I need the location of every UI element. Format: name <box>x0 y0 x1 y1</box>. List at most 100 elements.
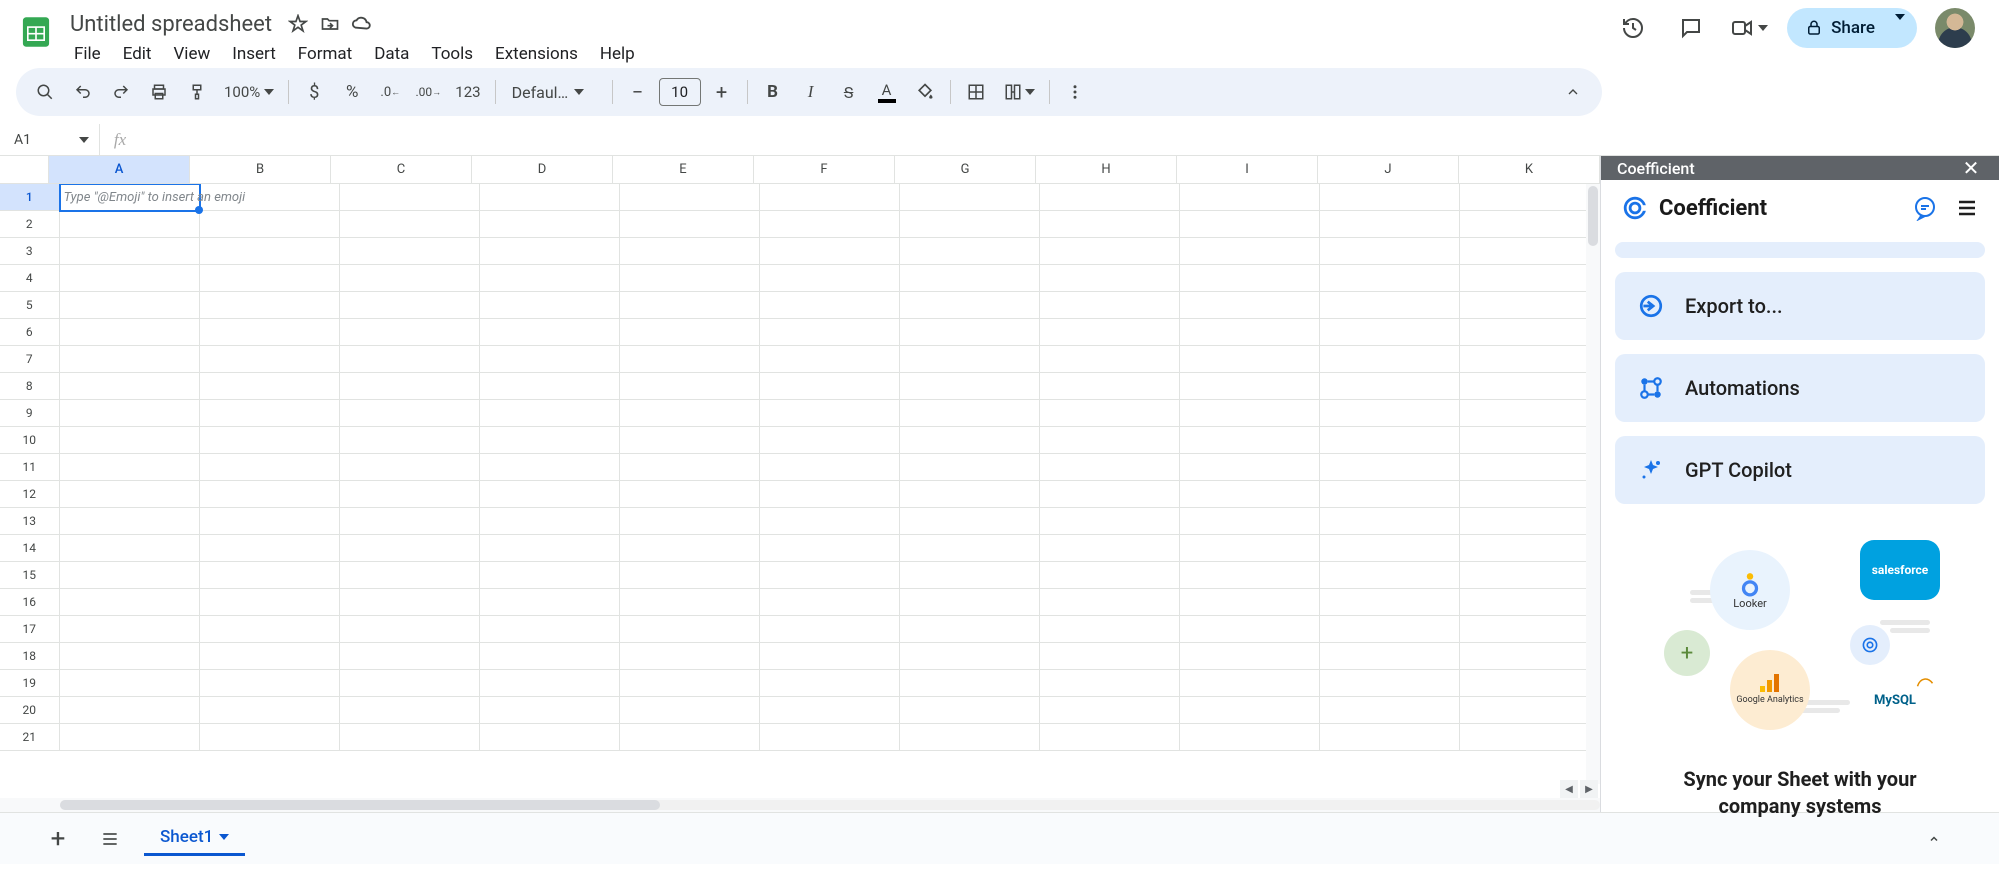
column-header[interactable]: B <box>190 156 331 183</box>
text-color-icon[interactable]: A <box>870 75 904 109</box>
cell[interactable] <box>200 535 340 562</box>
cell[interactable] <box>480 616 620 643</box>
cell[interactable] <box>340 670 480 697</box>
cell[interactable] <box>620 238 760 265</box>
cell[interactable] <box>1320 265 1460 292</box>
cell[interactable] <box>1460 400 1600 427</box>
cell[interactable] <box>1460 589 1600 616</box>
cell[interactable] <box>200 211 340 238</box>
cell[interactable] <box>480 400 620 427</box>
cell[interactable] <box>1180 427 1320 454</box>
cell[interactable] <box>480 508 620 535</box>
cell[interactable] <box>1040 454 1180 481</box>
cell[interactable] <box>1040 211 1180 238</box>
column-header[interactable]: I <box>1177 156 1318 183</box>
decrease-decimal-button[interactable]: .0← <box>373 75 407 109</box>
cell[interactable] <box>620 346 760 373</box>
cell[interactable] <box>900 292 1040 319</box>
cell[interactable] <box>1460 319 1600 346</box>
cell[interactable] <box>760 697 900 724</box>
currency-icon[interactable]: $ <box>297 75 331 109</box>
cell[interactable] <box>1320 319 1460 346</box>
row-header[interactable]: 3 <box>0 238 60 265</box>
cell[interactable] <box>340 319 480 346</box>
cell[interactable] <box>60 724 200 751</box>
cloud-status-icon[interactable] <box>350 12 374 36</box>
cell[interactable] <box>760 211 900 238</box>
column-header[interactable]: K <box>1459 156 1600 183</box>
print-icon[interactable] <box>142 75 176 109</box>
chat-icon[interactable] <box>1913 196 1937 220</box>
cell[interactable] <box>1040 616 1180 643</box>
search-menu-icon[interactable] <box>28 75 62 109</box>
hamburger-menu-icon[interactable] <box>1955 196 1979 220</box>
row-header[interactable]: 5 <box>0 292 60 319</box>
row-header[interactable]: 7 <box>0 346 60 373</box>
cell[interactable] <box>340 697 480 724</box>
cell[interactable] <box>60 508 200 535</box>
cell[interactable] <box>1040 643 1180 670</box>
cell[interactable] <box>1180 454 1320 481</box>
cell[interactable] <box>1460 535 1600 562</box>
font-selector[interactable]: Defaul… <box>504 83 604 102</box>
cell[interactable] <box>1180 670 1320 697</box>
row-header[interactable]: 13 <box>0 508 60 535</box>
cell[interactable] <box>480 697 620 724</box>
cell[interactable] <box>1180 589 1320 616</box>
cell[interactable] <box>1460 265 1600 292</box>
cell[interactable] <box>1320 211 1460 238</box>
cell[interactable] <box>900 643 1040 670</box>
cell[interactable] <box>1460 346 1600 373</box>
cell[interactable] <box>340 265 480 292</box>
cell[interactable] <box>60 346 200 373</box>
cell[interactable] <box>620 697 760 724</box>
cell[interactable] <box>900 400 1040 427</box>
share-dropdown[interactable] <box>1889 20 1917 36</box>
cell[interactable] <box>900 481 1040 508</box>
cell[interactable] <box>1040 319 1180 346</box>
cell[interactable] <box>60 697 200 724</box>
cell[interactable] <box>620 670 760 697</box>
menu-extensions[interactable]: Extensions <box>485 40 588 68</box>
percent-icon[interactable]: % <box>335 75 369 109</box>
cell[interactable] <box>1040 535 1180 562</box>
cell[interactable] <box>1320 508 1460 535</box>
menu-view[interactable]: View <box>163 40 220 68</box>
cell[interactable] <box>480 346 620 373</box>
row-header[interactable]: 15 <box>0 562 60 589</box>
cell[interactable] <box>1180 535 1320 562</box>
row-header[interactable]: 6 <box>0 319 60 346</box>
cell[interactable] <box>1180 481 1320 508</box>
cell[interactable] <box>340 184 480 211</box>
cell[interactable] <box>1040 427 1180 454</box>
cell[interactable] <box>1040 238 1180 265</box>
document-title[interactable]: Untitled spreadsheet <box>64 10 278 39</box>
meet-button[interactable] <box>1729 8 1769 48</box>
cell[interactable] <box>760 535 900 562</box>
cell[interactable] <box>760 508 900 535</box>
fill-color-icon[interactable] <box>908 75 942 109</box>
cell[interactable] <box>340 562 480 589</box>
cell[interactable] <box>760 454 900 481</box>
cell[interactable] <box>1040 400 1180 427</box>
increase-decimal-button[interactable]: .00→ <box>411 75 445 109</box>
cell[interactable] <box>480 238 620 265</box>
font-size-input[interactable]: 10 <box>659 78 701 106</box>
cell[interactable] <box>1180 616 1320 643</box>
grid[interactable]: ABCDEFGHIJK 1Type "@Emoji" to insert an … <box>0 156 1600 798</box>
cell[interactable] <box>1460 697 1600 724</box>
more-formats-button[interactable]: 123 <box>449 75 486 109</box>
cell[interactable] <box>200 697 340 724</box>
row-header[interactable]: 2 <box>0 211 60 238</box>
cell[interactable] <box>340 643 480 670</box>
cell[interactable] <box>1460 643 1600 670</box>
cell[interactable] <box>340 724 480 751</box>
merge-cells-icon[interactable] <box>997 75 1041 109</box>
menu-file[interactable]: File <box>64 40 111 68</box>
cell[interactable] <box>1180 319 1320 346</box>
cell[interactable] <box>620 589 760 616</box>
column-header[interactable]: E <box>613 156 754 183</box>
cell[interactable] <box>900 697 1040 724</box>
cell[interactable] <box>900 616 1040 643</box>
cell[interactable] <box>1040 697 1180 724</box>
